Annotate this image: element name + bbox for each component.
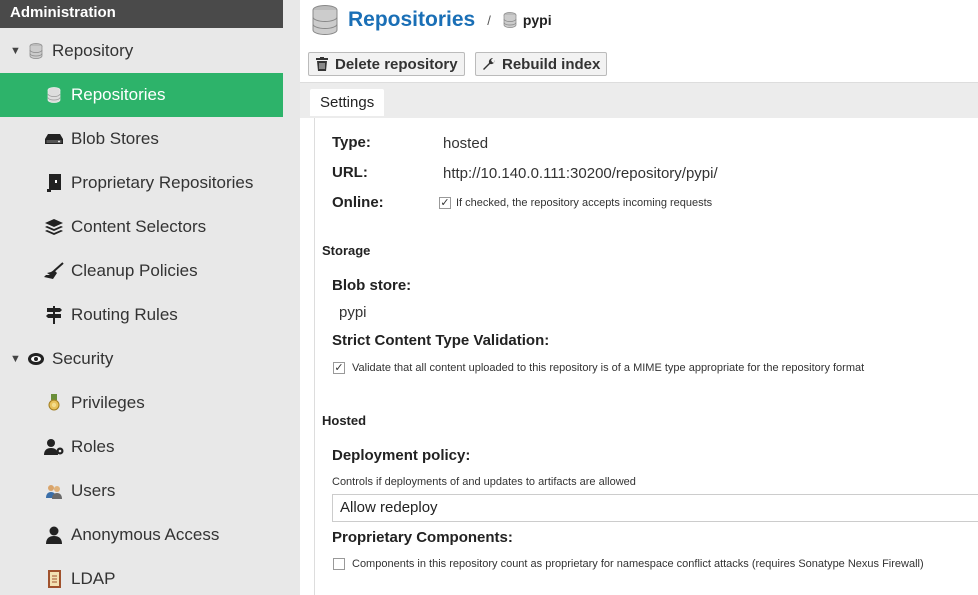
- sidebar-item-anonymous-access[interactable]: Anonymous Access: [0, 513, 283, 557]
- layers-icon: [44, 217, 64, 237]
- tab-bar: Settings: [300, 82, 978, 118]
- proprietary-components-label: Proprietary Components:: [332, 529, 513, 546]
- eye-badge-icon: [28, 351, 44, 367]
- sidebar-header: Administration: [0, 0, 300, 28]
- main-panel: Repositories / pypi Delete repository Re…: [300, 0, 978, 595]
- sidebar-item-label: Routing Rules: [71, 305, 178, 324]
- tab-settings[interactable]: Settings: [310, 89, 385, 116]
- sidebar-item-repositories[interactable]: Repositories: [0, 73, 283, 117]
- blob-store-value: pypi: [339, 304, 367, 321]
- sidebar-item-label: Users: [71, 481, 116, 500]
- broom-icon: [44, 261, 64, 281]
- sidebar-item-label: Anonymous Access: [71, 525, 220, 544]
- user-icon: [44, 525, 64, 545]
- url-label: URL:: [332, 164, 368, 181]
- online-label: Online:: [332, 194, 384, 211]
- page-title[interactable]: Repositories: [348, 8, 475, 32]
- sidebar-item-privileges[interactable]: Privileges: [0, 381, 283, 425]
- button-label: Rebuild index: [502, 55, 601, 73]
- address-book-icon: [44, 569, 64, 589]
- caret-down-icon[interactable]: ▼: [10, 353, 21, 365]
- sidebar-item-routing-rules[interactable]: Routing Rules: [0, 293, 283, 337]
- breadcrumb: Repositories / pypi: [312, 4, 552, 36]
- blob-store-label: Blob store:: [332, 277, 412, 294]
- sidebar-group-repository[interactable]: ▼ Repository: [0, 29, 300, 73]
- rebuild-index-button[interactable]: Rebuild index: [475, 52, 608, 76]
- deployment-policy-hint: Controls if deployments of and updates t…: [332, 476, 636, 488]
- caret-down-icon[interactable]: ▼: [10, 45, 21, 57]
- deployment-policy-select[interactable]: Allow redeploy: [332, 494, 978, 522]
- database-icon: [28, 43, 44, 59]
- medal-icon: [44, 393, 64, 413]
- book-icon: [44, 173, 64, 193]
- sidebar-item-proprietary-repositories[interactable]: Proprietary Repositories: [0, 161, 283, 205]
- online-hint: If checked, the repository accepts incom…: [456, 197, 713, 209]
- type-label: Type:: [332, 134, 371, 151]
- hard-drive-icon: [44, 129, 64, 149]
- trash-icon: [315, 57, 329, 71]
- sidebar-item-label: Repositories: [71, 85, 166, 104]
- hosted-section-title: Hosted: [322, 413, 367, 428]
- breadcrumb-current: pypi: [522, 12, 552, 28]
- strict-validation-checkbox[interactable]: ✓: [333, 362, 345, 374]
- signpost-icon: [44, 305, 64, 325]
- wrench-icon: [482, 57, 496, 71]
- sidebar-item-roles[interactable]: Roles: [0, 425, 283, 469]
- storage-section-title: Storage: [322, 243, 371, 258]
- sidebar-item-cleanup-policies[interactable]: Cleanup Policies: [0, 249, 283, 293]
- sidebar-group-label: Repository: [52, 41, 134, 60]
- sidebar-item-ldap[interactable]: LDAP: [0, 557, 283, 595]
- online-checkbox[interactable]: ✓: [439, 197, 451, 209]
- sidebar-item-label: LDAP: [71, 569, 116, 588]
- sidebar-scrollbar[interactable]: [283, 0, 300, 595]
- sidebar-item-label: Blob Stores: [71, 129, 159, 148]
- sidebar-item-label: Proprietary Repositories: [71, 173, 254, 192]
- sidebar-group-label: Security: [52, 349, 114, 368]
- sidebar-item-blob-stores[interactable]: Blob Stores: [0, 117, 283, 161]
- sidebar-item-label: Content Selectors: [71, 217, 207, 236]
- strict-validation-label: Strict Content Type Validation:: [332, 332, 550, 349]
- deployment-policy-label: Deployment policy:: [332, 447, 471, 464]
- users-icon: [44, 481, 64, 501]
- delete-repository-button[interactable]: Delete repository: [308, 52, 465, 76]
- sidebar-item-users[interactable]: Users: [0, 469, 283, 513]
- admin-sidebar: Administration ▼ Repository Repositories…: [0, 0, 300, 595]
- proprietary-components-checkbox[interactable]: [333, 558, 345, 570]
- settings-form: Type: hosted URL: http://10.140.0.111:30…: [314, 118, 978, 595]
- sidebar-item-label: Cleanup Policies: [71, 261, 198, 280]
- url-value: http://10.140.0.111:30200/repository/pyp…: [443, 165, 718, 182]
- database-icon: [44, 85, 64, 105]
- breadcrumb-separator: /: [487, 12, 491, 28]
- user-gear-icon: [44, 437, 64, 457]
- strict-validation-hint: Validate that all content uploaded to th…: [352, 362, 865, 374]
- sidebar-group-security[interactable]: ▼ Security: [0, 337, 300, 381]
- sidebar-item-label: Privileges: [71, 393, 145, 412]
- sidebar-item-content-selectors[interactable]: Content Selectors: [0, 205, 283, 249]
- proprietary-components-hint: Components in this repository count as p…: [352, 558, 924, 570]
- button-label: Delete repository: [335, 55, 458, 73]
- type-value: hosted: [443, 135, 489, 152]
- sidebar-item-label: Roles: [71, 437, 115, 456]
- database-icon: [503, 12, 517, 28]
- database-icon: [312, 5, 338, 36]
